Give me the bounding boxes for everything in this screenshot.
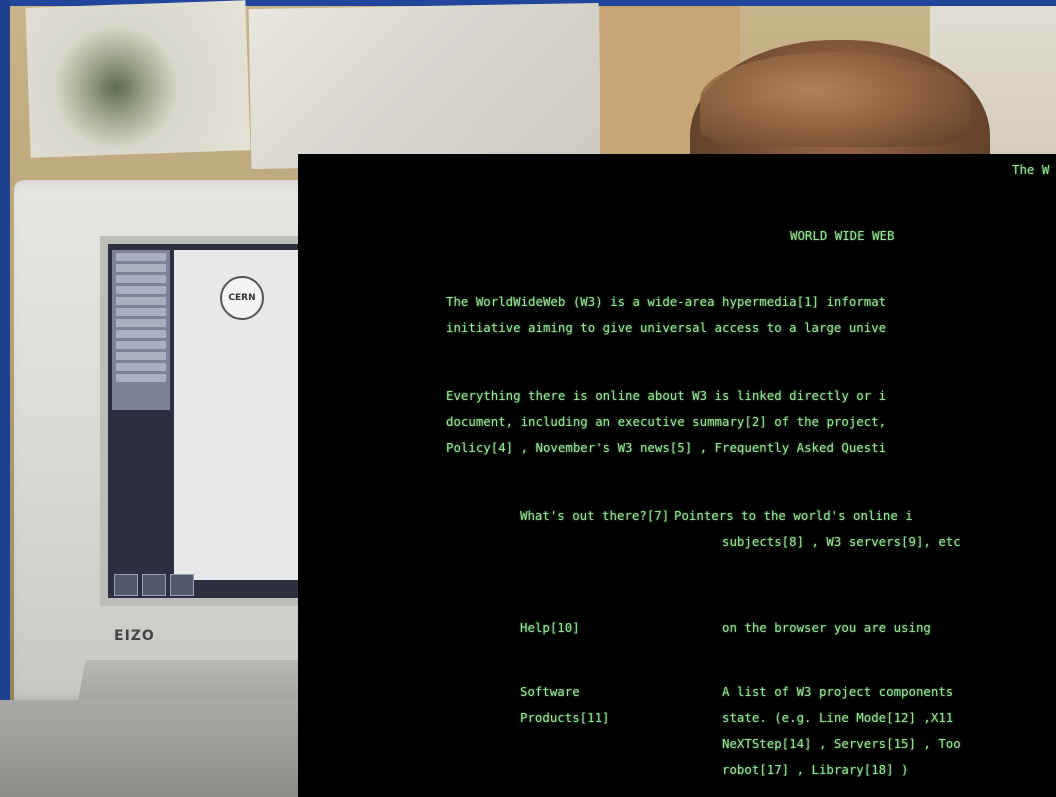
desk (0, 700, 320, 797)
dock-app-icon (114, 574, 138, 596)
photo-border-left (0, 0, 10, 797)
page-heading: WORLD WIDE WEB (790, 228, 895, 243)
monitor-brand-label: EIZO (114, 628, 155, 644)
dock-app-icon (170, 574, 194, 596)
entry-label-products: Products[11] (520, 710, 610, 725)
entry-label-software: Software (520, 684, 580, 699)
entry-desc-line: A list of W3 project components (722, 684, 954, 699)
screen-document-window: CERN (174, 250, 300, 580)
dock-app-icon (142, 574, 166, 596)
entry-desc-line: state. (e.g. Line Mode[12] ,X11 (722, 710, 954, 725)
entry-label-help: Help[10] (520, 620, 580, 635)
paragraph-line-1: Everything there is online about W3 is l… (446, 388, 887, 403)
cern-logo-text: CERN (228, 293, 256, 303)
intro-line-2: initiative aiming to give universal acce… (446, 320, 887, 335)
entry-desc-line: on the browser you are using (722, 620, 931, 635)
intro-line-1: The WorldWideWeb (W3) is a wide-area hyp… (446, 294, 887, 309)
entry-desc-line: robot[17] , Library[18] ) (722, 762, 909, 777)
document-title-partial: The W (1012, 162, 1050, 177)
entry-desc-line: subjects[8] , W3 servers[9], etc (722, 534, 961, 549)
paragraph-line-3: Policy[4] , November's W3 news[5] , Freq… (446, 440, 887, 455)
photo-background: CERN EIZO The W WORLD WIDE WEB The World… (0, 0, 1056, 797)
person-hair (700, 52, 970, 147)
entry-desc-line: Pointers to the world's online i (674, 508, 913, 523)
screen-dock (114, 574, 194, 596)
entry-label-whats-out-there: What's out there?[7] (520, 508, 670, 523)
screen-menu-panel (112, 250, 170, 410)
crt-monitor: CERN EIZO (14, 180, 314, 700)
wall-poster-middle (248, 2, 602, 170)
monitor-screen: CERN (100, 236, 314, 606)
cern-logo: CERN (220, 276, 264, 320)
line-mode-browser-terminal: The W WORLD WIDE WEB The WorldWideWeb (W… (298, 154, 1056, 797)
wall-poster-left (25, 0, 251, 158)
paragraph-line-2: document, including an executive summary… (446, 414, 887, 429)
entry-desc-line: NeXTStep[14] , Servers[15] , Too (722, 736, 961, 751)
